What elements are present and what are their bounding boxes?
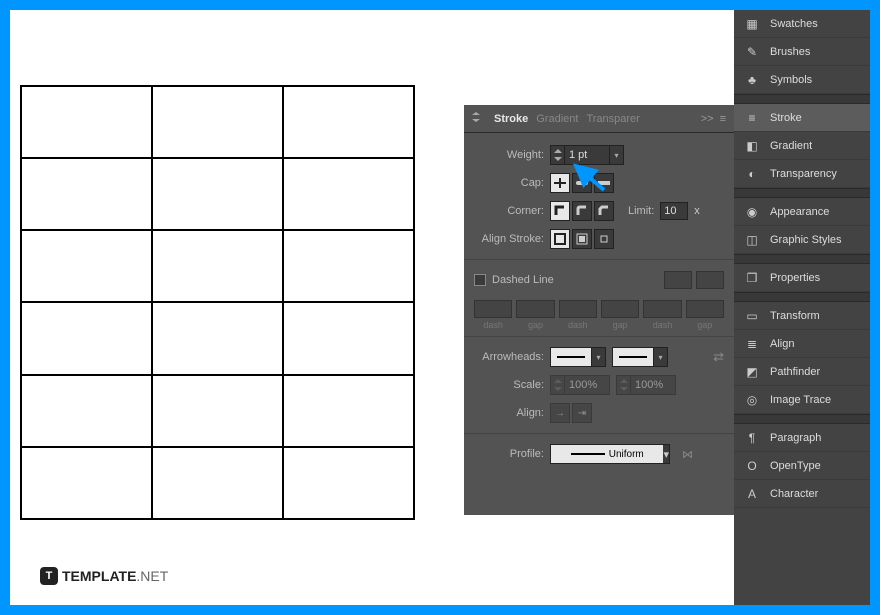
checkbox-icon[interactable] [474,274,486,286]
panel-tabs: Stroke Gradient Transparer >> ≡ [464,105,734,133]
corner-round-button[interactable] [572,201,592,221]
opentype-icon: O [744,458,760,474]
dash-input-2[interactable] [559,300,597,318]
watermark: T TEMPLATE.NET [40,567,168,585]
sidebar-item-symbols[interactable]: ♣Symbols [734,66,870,94]
tab-stroke[interactable]: Stroke [494,113,528,125]
app-frame: T TEMPLATE.NET Stroke Gradient Transpare… [10,10,870,605]
arrow-align-end-button[interactable]: ⇥ [572,403,592,423]
sidebar-item-transform[interactable]: ▭Transform [734,302,870,330]
tab-gradient[interactable]: Gradient [536,113,578,125]
link-scale-icon[interactable]: ⊘ [713,377,724,393]
panel-collapse-icon[interactable] [472,112,480,125]
arrowhead-start-select[interactable]: ▾ [550,347,606,367]
sidebar-item-pathfinder[interactable]: ◩Pathfinder [734,358,870,386]
table-grid [20,85,415,520]
panels-sidebar: ▦Swatches ✎Brushes ♣Symbols ≡Stroke ◧Gra… [734,10,870,605]
properties-icon: ❒ [744,270,760,286]
cap-projecting-button[interactable] [594,173,614,193]
corner-bevel-button[interactable] [594,201,614,221]
limit-unit: x [694,205,700,217]
scale-label: Scale: [474,379,544,391]
align-icon: ≣ [744,336,760,352]
graphic-styles-icon: ◫ [744,232,760,248]
transform-icon: ▭ [744,308,760,324]
dash-input-1[interactable] [474,300,512,318]
appearance-icon: ◉ [744,204,760,220]
weight-label: Weight: [474,149,544,161]
cap-round-button[interactable] [572,173,592,193]
limit-input[interactable] [660,202,688,220]
watermark-icon: T [40,567,58,585]
sidebar-item-opentype[interactable]: OOpenType [734,452,870,480]
profile-select[interactable]: Uniform ▾ [550,444,670,464]
panel-expand-button[interactable]: >> [701,113,714,125]
stroke-icon: ≡ [744,110,760,126]
sidebar-item-transparency[interactable]: ◐Transparency [734,160,870,188]
cap-butt-button[interactable] [550,173,570,193]
tab-transparency[interactable]: Transparer [586,113,639,125]
arrow-align-label: Align: [474,407,544,419]
align-outside-button[interactable] [594,229,614,249]
corner-label: Corner: [474,205,544,217]
arrowheads-label: Arrowheads: [474,351,544,363]
scale-start-input[interactable] [565,376,609,394]
corner-miter-button[interactable] [550,201,570,221]
align-center-button[interactable] [550,229,570,249]
weight-stepper[interactable]: ▾ [550,145,624,165]
weight-dropdown-icon[interactable]: ▾ [609,145,623,165]
arrowhead-end-select[interactable]: ▾ [612,347,668,367]
profile-flip-icon[interactable]: ⋈ [682,448,693,461]
scale-end-stepper[interactable] [616,375,676,395]
scale-start-stepper[interactable] [550,375,610,395]
swatches-icon: ▦ [744,16,760,32]
gap-input-2[interactable] [601,300,639,318]
cap-label: Cap: [474,177,544,189]
profile-label: Profile: [474,448,544,460]
dash-align-corners-button[interactable] [696,271,724,289]
arrow-align-tip-button[interactable]: → [550,403,570,423]
stepper-arrows-icon[interactable] [551,145,565,165]
sidebar-item-character[interactable]: ACharacter [734,480,870,508]
sidebar-item-align[interactable]: ≣Align [734,330,870,358]
artboard[interactable] [20,85,415,520]
sidebar-item-swatches[interactable]: ▦Swatches [734,10,870,38]
align-inside-button[interactable] [572,229,592,249]
dashed-line-checkbox[interactable]: Dashed Line [474,274,554,286]
sidebar-item-image-trace[interactable]: ◎Image Trace [734,386,870,414]
sidebar-item-brushes[interactable]: ✎Brushes [734,38,870,66]
panel-menu-icon[interactable]: ≡ [720,113,726,125]
sidebar-item-graphic-styles[interactable]: ◫Graphic Styles [734,226,870,254]
character-icon: A [744,486,760,502]
transparency-icon: ◐ [744,166,760,182]
brushes-icon: ✎ [744,44,760,60]
align-stroke-label: Align Stroke: [474,233,544,245]
dashed-line-label: Dashed Line [492,274,554,286]
stroke-panel: Stroke Gradient Transparer >> ≡ Weight: … [464,105,734,515]
pathfinder-icon: ◩ [744,364,760,380]
dash-input-3[interactable] [643,300,681,318]
weight-input[interactable] [565,146,609,164]
paragraph-icon: ¶ [744,430,760,446]
sidebar-item-paragraph[interactable]: ¶Paragraph [734,424,870,452]
sidebar-item-stroke[interactable]: ≡Stroke [734,104,870,132]
gap-input-3[interactable] [686,300,724,318]
limit-label: Limit: [628,205,654,217]
sidebar-item-gradient[interactable]: ◧Gradient [734,132,870,160]
symbols-icon: ♣ [744,72,760,88]
sidebar-item-properties[interactable]: ❒Properties [734,264,870,292]
gap-input-1[interactable] [516,300,554,318]
scale-end-input[interactable] [631,376,675,394]
image-trace-icon: ◎ [744,392,760,408]
swap-arrowheads-icon[interactable]: ⇄ [713,349,724,365]
dash-align-preserve-button[interactable] [664,271,692,289]
gradient-icon: ◧ [744,138,760,154]
sidebar-item-appearance[interactable]: ◉Appearance [734,198,870,226]
